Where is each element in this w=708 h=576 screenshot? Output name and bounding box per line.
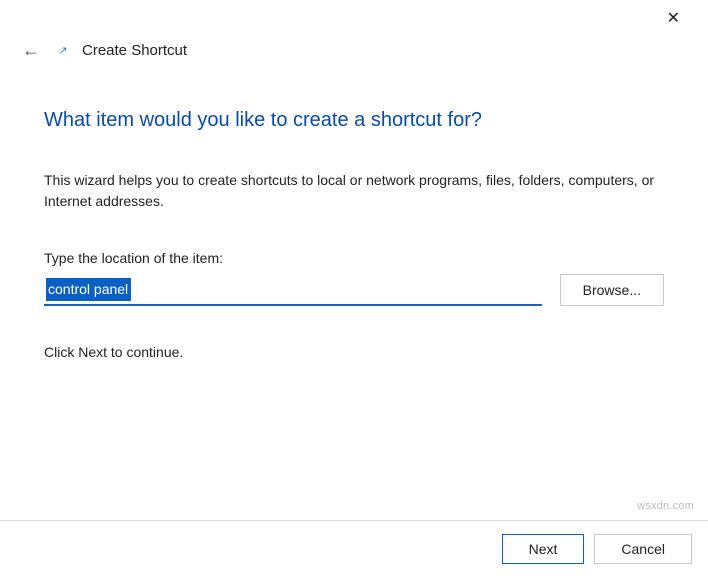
location-input[interactable] xyxy=(44,274,542,306)
page-heading: What item would you like to create a sho… xyxy=(44,109,664,132)
back-arrow-icon[interactable]: ← xyxy=(16,36,46,65)
location-label: Type the location of the item: xyxy=(44,250,664,266)
watermark: wsxdn.com xyxy=(637,500,694,512)
continue-hint: Click Next to continue. xyxy=(44,344,664,360)
close-icon[interactable]: ✕ xyxy=(657,4,690,33)
next-button[interactable]: Next xyxy=(502,534,585,564)
wizard-description: This wizard helps you to create shortcut… xyxy=(44,170,664,212)
wizard-header: ← ↗ Create Shortcut xyxy=(0,0,708,65)
wizard-title: Create Shortcut xyxy=(82,42,187,59)
wizard-content: What item would you like to create a sho… xyxy=(0,65,708,360)
browse-button[interactable]: Browse... xyxy=(560,274,664,306)
wizard-footer: Next Cancel xyxy=(0,520,708,576)
shortcut-icon: ↗ xyxy=(56,44,70,58)
cancel-button[interactable]: Cancel xyxy=(594,534,692,564)
